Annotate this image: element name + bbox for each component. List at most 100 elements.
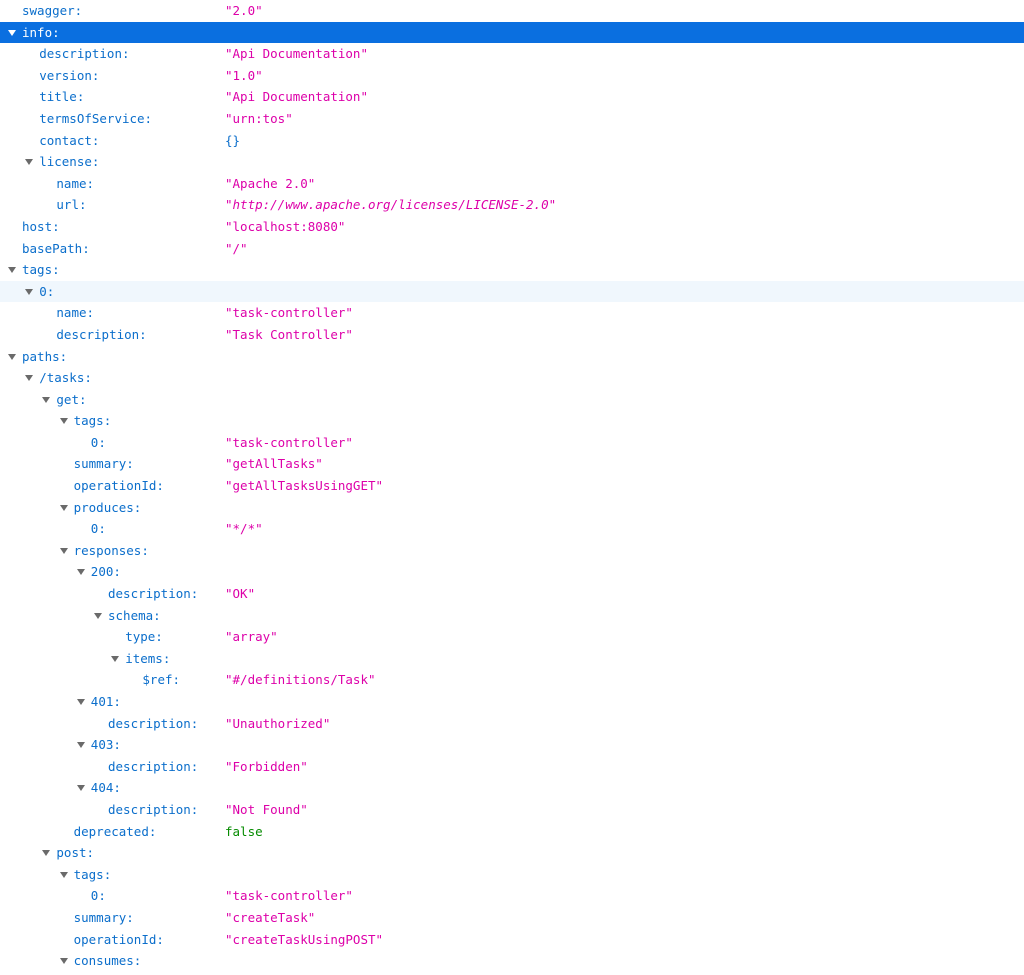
expand-toggle-icon[interactable] bbox=[111, 655, 120, 662]
json-key[interactable]: version: bbox=[39, 65, 99, 87]
json-key[interactable]: basePath: bbox=[22, 238, 90, 260]
json-key[interactable]: url: bbox=[56, 194, 86, 216]
json-key[interactable]: tags: bbox=[74, 410, 112, 432]
json-row[interactable]: summary: "getAllTasks" bbox=[0, 453, 1024, 475]
json-row[interactable]: description: "Not Found" bbox=[0, 799, 1024, 821]
expand-toggle-icon[interactable] bbox=[42, 396, 51, 403]
json-key[interactable]: schema: bbox=[108, 605, 161, 627]
json-key[interactable]: description: bbox=[108, 583, 198, 605]
json-key[interactable]: get: bbox=[56, 389, 86, 411]
json-key[interactable]: summary: bbox=[74, 907, 134, 929]
json-row[interactable]: 200: bbox=[0, 561, 1024, 583]
json-key[interactable]: post: bbox=[56, 842, 94, 864]
json-row[interactable]: operationId: "createTaskUsingPOST" bbox=[0, 929, 1024, 951]
json-key[interactable]: summary: bbox=[74, 453, 134, 475]
json-key[interactable]: $ref: bbox=[142, 669, 180, 691]
json-row[interactable]: /tasks: bbox=[0, 367, 1024, 389]
json-row[interactable]: name: "task-controller" bbox=[0, 302, 1024, 324]
json-key[interactable]: 0: bbox=[91, 518, 106, 540]
expand-toggle-icon[interactable] bbox=[42, 850, 51, 857]
json-row[interactable]: produces: bbox=[0, 497, 1024, 519]
json-row[interactable]: $ref: "#/definitions/Task" bbox=[0, 669, 1024, 691]
json-key[interactable]: description: bbox=[39, 43, 129, 65]
expand-toggle-icon[interactable] bbox=[76, 699, 85, 705]
json-row[interactable]: name: "Apache 2.0" bbox=[0, 173, 1024, 195]
json-row[interactable]: contact: {} bbox=[0, 130, 1024, 152]
json-row[interactable]: 404: bbox=[0, 777, 1024, 799]
expand-toggle-icon[interactable] bbox=[59, 418, 68, 425]
json-key[interactable]: 0: bbox=[91, 885, 106, 907]
json-row[interactable]: get: bbox=[0, 389, 1024, 411]
json-row[interactable]: responses: bbox=[0, 540, 1024, 562]
json-row[interactable]: title: "Api Documentation" bbox=[0, 86, 1024, 108]
json-key[interactable]: type: bbox=[125, 626, 163, 648]
json-key[interactable]: contact: bbox=[39, 130, 99, 152]
json-row[interactable]: 401: bbox=[0, 691, 1024, 713]
json-key[interactable]: description: bbox=[108, 799, 198, 821]
json-row[interactable]: host: "localhost:8080" bbox=[0, 216, 1024, 238]
expand-toggle-icon[interactable] bbox=[8, 267, 16, 274]
json-row[interactable]: deprecated: false bbox=[0, 821, 1024, 843]
json-row[interactable]: swagger: "2.0" bbox=[0, 0, 1024, 22]
json-key[interactable]: 403: bbox=[91, 734, 121, 756]
json-row[interactable]: summary: "createTask" bbox=[0, 907, 1024, 929]
json-row[interactable]: basePath: "/" bbox=[0, 238, 1024, 260]
json-row[interactable]: type: "array" bbox=[0, 626, 1024, 648]
json-row[interactable]: 0: bbox=[0, 280, 1024, 303]
json-key[interactable]: responses: bbox=[74, 540, 149, 562]
json-key[interactable]: items: bbox=[125, 648, 170, 670]
json-row[interactable]: description: "Task Controller" bbox=[0, 324, 1024, 346]
json-key[interactable]: 0: bbox=[91, 432, 106, 454]
json-row[interactable]: description: "Api Documentation" bbox=[0, 43, 1024, 65]
expand-toggle-icon[interactable] bbox=[8, 353, 16, 360]
expand-toggle-icon[interactable] bbox=[25, 375, 34, 382]
json-row[interactable]: 0: "*/*" bbox=[0, 518, 1024, 540]
json-key[interactable]: name: bbox=[56, 302, 94, 324]
json-row[interactable]: operationId: "getAllTasksUsingGET" bbox=[0, 475, 1024, 497]
json-key[interactable]: deprecated: bbox=[74, 821, 157, 843]
json-row[interactable]: description: "OK" bbox=[0, 583, 1024, 605]
json-row[interactable]: items: bbox=[0, 648, 1024, 670]
json-key[interactable]: operationId: bbox=[74, 929, 164, 951]
json-key[interactable]: swagger: bbox=[22, 0, 82, 22]
expand-toggle-icon[interactable] bbox=[76, 742, 85, 749]
json-key[interactable]: /tasks: bbox=[39, 367, 92, 389]
json-key[interactable]: host: bbox=[22, 216, 60, 238]
json-row[interactable]: version: "1.0" bbox=[0, 65, 1024, 87]
json-key[interactable]: description: bbox=[108, 756, 198, 778]
json-key[interactable]: 401: bbox=[91, 691, 121, 713]
json-key[interactable]: name: bbox=[56, 173, 94, 195]
json-row[interactable]: 0: "task-controller" bbox=[0, 432, 1024, 454]
json-row[interactable]: info: bbox=[0, 21, 1024, 44]
json-key[interactable]: description: bbox=[56, 324, 146, 346]
expand-toggle-icon[interactable] bbox=[59, 547, 68, 554]
json-row[interactable]: tags: bbox=[0, 864, 1024, 886]
expand-toggle-icon[interactable] bbox=[59, 958, 68, 965]
json-key[interactable]: title: bbox=[39, 86, 84, 108]
json-key[interactable]: termsOfService: bbox=[39, 108, 152, 130]
json-row[interactable]: url: "http://www.apache.org/licenses/LICE… bbox=[0, 194, 1024, 216]
json-key[interactable]: paths: bbox=[22, 346, 67, 368]
expand-toggle-icon[interactable] bbox=[25, 159, 34, 166]
json-row[interactable]: description: "Unauthorized" bbox=[0, 713, 1024, 735]
json-row[interactable]: description: "Forbidden" bbox=[0, 756, 1024, 778]
expand-toggle-icon[interactable] bbox=[76, 569, 85, 576]
json-key[interactable]: 200: bbox=[91, 561, 121, 583]
json-row[interactable]: tags: bbox=[0, 259, 1024, 281]
json-key[interactable]: consumes: bbox=[74, 950, 142, 972]
json-key[interactable]: tags: bbox=[74, 864, 112, 886]
json-key[interactable]: license: bbox=[39, 151, 99, 173]
json-key[interactable]: operationId: bbox=[74, 475, 164, 497]
expand-toggle-icon[interactable] bbox=[76, 785, 85, 792]
expand-toggle-icon[interactable] bbox=[25, 288, 34, 295]
json-key[interactable]: 404: bbox=[91, 777, 121, 799]
json-row[interactable]: termsOfService: "urn:tos" bbox=[0, 108, 1024, 130]
expand-toggle-icon[interactable] bbox=[59, 504, 68, 511]
expand-toggle-icon[interactable] bbox=[8, 29, 16, 36]
json-key[interactable]: info: bbox=[22, 22, 60, 44]
json-row[interactable]: post: bbox=[0, 842, 1024, 864]
json-key[interactable]: tags: bbox=[22, 259, 60, 281]
expand-toggle-icon[interactable] bbox=[59, 871, 68, 878]
json-row[interactable]: consumes: bbox=[0, 950, 1024, 972]
json-row[interactable]: schema: bbox=[0, 605, 1024, 627]
